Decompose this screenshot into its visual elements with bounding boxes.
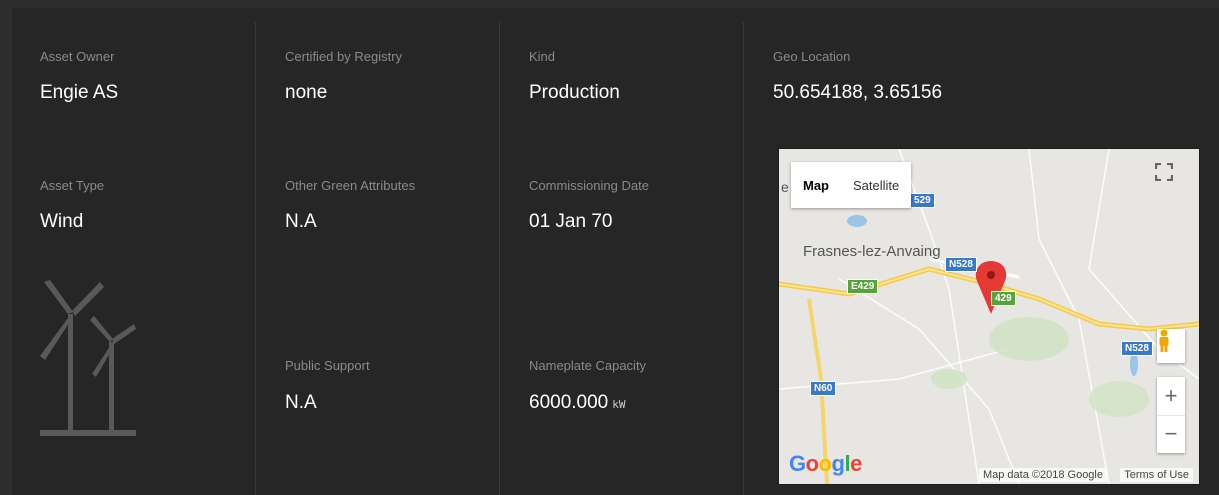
asset-owner-value: Engie AS (40, 82, 119, 103)
tab-satellite[interactable]: Satellite (841, 162, 911, 208)
google-logo[interactable]: Google (789, 451, 862, 477)
other-green-attributes-label: Other Green Attributes (285, 178, 416, 193)
tab-map[interactable]: Map (791, 162, 841, 208)
wind-turbine-icon (40, 280, 136, 436)
map-attribution: Map data ©2018 Google (978, 468, 1107, 482)
asset-owner-label: Asset Owner (40, 49, 115, 64)
column-divider (743, 22, 744, 495)
location-map[interactable]: Frasnes-lez-Anvaing e 529 N528 E429 429 … (778, 148, 1200, 485)
street-view-button[interactable] (1157, 329, 1185, 363)
certified-by-registry-label: Certified by Registry (285, 49, 403, 64)
column-divider (499, 22, 500, 495)
pegman-icon (1159, 329, 1169, 352)
nameplate-capacity-label: Nameplate Capacity (529, 358, 647, 373)
road-shield: N528 (1121, 341, 1153, 356)
geo-location-label: Geo Location (773, 49, 851, 64)
other-green-attributes-value: N.A (285, 211, 317, 232)
asset-type-value: Wind (40, 211, 84, 232)
road-shield: N60 (810, 381, 837, 396)
zoom-out-button[interactable]: − (1157, 416, 1185, 453)
road-shield: 429 (991, 291, 1016, 306)
zoom-controls: + − (1157, 377, 1185, 453)
fullscreen-icon (1155, 163, 1173, 181)
road-shield: E429 (847, 279, 879, 294)
asset-type-label: Asset Type (40, 178, 105, 193)
fullscreen-button[interactable] (1155, 163, 1187, 195)
map-type-switcher: Map Satellite (791, 162, 911, 208)
nameplate-capacity-unit: kW (612, 398, 626, 411)
map-place-label: Frasnes-lez-Anvaing (803, 243, 941, 260)
nameplate-capacity-value: 6000.000 kW (529, 392, 626, 414)
terms-of-use-link[interactable]: Terms of Use (1120, 468, 1193, 482)
certified-by-registry-value: none (285, 82, 328, 103)
public-support-value: N.A (285, 392, 317, 413)
kind-value: Production (529, 82, 620, 103)
column-divider (255, 22, 256, 495)
road-shield: 529 (910, 193, 935, 208)
commissioning-date-label: Commissioning Date (529, 178, 649, 193)
commissioning-date-value: 01 Jan 70 (529, 211, 613, 232)
public-support-label: Public Support (285, 358, 370, 373)
zoom-in-button[interactable]: + (1157, 378, 1185, 416)
geo-location-value: 50.654188, 3.65156 (773, 82, 943, 103)
map-place-partial: e (781, 179, 789, 195)
map-marker-icon (975, 261, 1007, 314)
nameplate-capacity-number: 6000.000 (529, 392, 609, 413)
road-shield: N528 (945, 257, 977, 272)
kind-label: Kind (529, 49, 556, 64)
